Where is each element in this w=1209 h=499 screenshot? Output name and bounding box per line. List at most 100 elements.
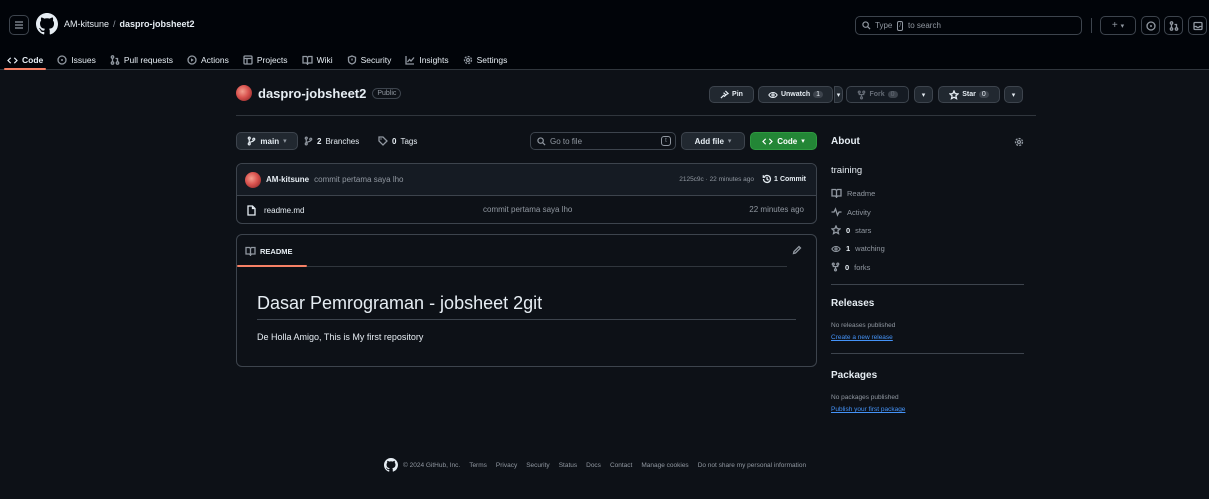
go-to-file-input[interactable]: Go to file t xyxy=(530,132,676,150)
pin-label: Pin xyxy=(732,91,743,98)
fork-dropdown[interactable]: ▾ xyxy=(914,86,933,103)
stars-link[interactable]: 0 stars xyxy=(831,225,871,235)
forks-count: 0 xyxy=(845,262,850,272)
file-commit-time: 22 minutes ago xyxy=(749,205,804,214)
footer-copyright: © 2024 GitHub, Inc. xyxy=(384,458,460,472)
fork-button[interactable]: Fork 0 xyxy=(846,86,909,103)
footer-link-docs[interactable]: Docs xyxy=(586,462,601,469)
author-avatar[interactable] xyxy=(245,171,261,188)
sidebar-divider xyxy=(831,284,1024,285)
about-settings-button[interactable] xyxy=(1014,137,1024,147)
table-row[interactable]: readme.md commit pertama saya lho 22 min… xyxy=(237,196,816,223)
commit-author[interactable]: AM-kitsune xyxy=(266,175,309,184)
code-button[interactable]: Code ▾ xyxy=(750,132,817,150)
footer-link-security[interactable]: Security xyxy=(526,462,549,469)
github-logo-icon[interactable] xyxy=(384,458,398,472)
tag-icon xyxy=(378,136,388,146)
readme-link[interactable]: Readme xyxy=(831,188,875,198)
pin-button[interactable]: Pin xyxy=(709,86,754,103)
star-dropdown[interactable]: ▾ xyxy=(1004,86,1023,103)
inbox-button[interactable] xyxy=(1188,16,1207,35)
tags-link[interactable]: 0 Tags xyxy=(378,136,417,146)
owner-avatar[interactable] xyxy=(236,85,252,101)
tab-pull-requests[interactable]: Pull requests xyxy=(103,50,180,70)
tab-projects[interactable]: Projects xyxy=(236,50,295,70)
forks-link[interactable]: 0 forks xyxy=(831,262,870,272)
go-to-file-placeholder: Go to file xyxy=(550,136,583,146)
footer-link-terms[interactable]: Terms xyxy=(469,462,487,469)
commits-count: 1 xyxy=(774,175,778,183)
tab-label: Projects xyxy=(256,55,288,65)
repo-name[interactable]: daspro-jobsheet2 xyxy=(258,86,366,101)
packages-title[interactable]: Packages xyxy=(831,370,877,381)
about-title: About xyxy=(831,136,860,147)
github-logo-icon[interactable] xyxy=(36,13,58,35)
breadcrumb-owner[interactable]: AM-kitsune xyxy=(64,19,109,29)
tab-issues[interactable]: Issues xyxy=(50,50,103,70)
commits-link[interactable]: 1 Commit xyxy=(762,174,806,184)
commit-message[interactable]: commit pertama saya lho xyxy=(314,175,403,184)
readme-header-divider xyxy=(307,266,787,267)
tab-code[interactable]: Code xyxy=(0,50,50,70)
repo-title: daspro-jobsheet2 Public xyxy=(236,85,402,101)
file-name[interactable]: readme.md xyxy=(264,206,304,215)
tab-wiki[interactable]: Wiki xyxy=(295,50,340,70)
footer-link-manage-cookies[interactable]: Manage cookies xyxy=(641,462,688,469)
star-icon xyxy=(831,225,841,235)
search-input[interactable]: Type / to search xyxy=(855,16,1082,35)
activity-link[interactable]: Activity xyxy=(831,207,871,217)
tab-settings[interactable]: Settings xyxy=(456,50,515,70)
tab-actions[interactable]: Actions xyxy=(180,50,236,70)
footer-link-contact[interactable]: Contact xyxy=(610,462,632,469)
packages-empty-text: No packages published xyxy=(831,394,899,401)
eye-icon xyxy=(831,245,841,252)
branch-name: main xyxy=(260,136,280,146)
commits-label: Commit xyxy=(779,175,806,183)
tab-insights[interactable]: Insights xyxy=(398,50,455,70)
commit-hash-time[interactable]: 2125c9c · 22 minutes ago xyxy=(679,176,754,183)
footer-link-do-not-share[interactable]: Do not share my personal information xyxy=(698,462,806,469)
issues-button[interactable] xyxy=(1141,16,1160,35)
file-commit-message[interactable]: commit pertama saya lho xyxy=(483,205,572,214)
footer-link-status[interactable]: Status xyxy=(559,462,577,469)
fork-label: Fork xyxy=(869,91,885,98)
branch-icon xyxy=(248,136,256,146)
tab-label: Insights xyxy=(419,55,449,65)
chevron-down-icon: ▾ xyxy=(836,91,841,99)
branch-selector[interactable]: main ▾ xyxy=(236,132,298,150)
footer-link-privacy[interactable]: Privacy xyxy=(496,462,517,469)
publish-package-link[interactable]: Publish your first package xyxy=(831,406,905,413)
code-icon xyxy=(762,137,774,145)
readme-header: README xyxy=(237,235,816,267)
create-new-button[interactable]: + ▾ xyxy=(1100,16,1136,35)
pull-requests-button[interactable] xyxy=(1164,16,1183,35)
edit-readme-button[interactable] xyxy=(792,245,802,255)
plus-icon: + xyxy=(1111,20,1118,31)
breadcrumb-repo[interactable]: daspro-jobsheet2 xyxy=(120,19,195,29)
tags-count: 0 xyxy=(392,136,397,146)
tab-label: Issues xyxy=(71,55,96,65)
readme-tab[interactable]: README xyxy=(245,235,293,267)
branch-icon xyxy=(304,136,313,146)
create-release-link[interactable]: Create a new release xyxy=(831,334,893,341)
unwatch-button[interactable]: Unwatch 1 xyxy=(758,86,833,103)
branches-count: 2 xyxy=(317,136,322,146)
book-icon xyxy=(831,188,842,198)
add-file-button[interactable]: Add file ▾ xyxy=(681,132,745,150)
watch-dropdown[interactable]: ▾ xyxy=(834,86,843,103)
star-button[interactable]: Star 0 xyxy=(938,86,1000,103)
gear-icon xyxy=(1014,137,1024,147)
branches-link[interactable]: 2 Branches xyxy=(304,136,359,146)
tab-label: Code xyxy=(22,55,44,65)
chevron-down-icon: ▾ xyxy=(801,138,805,145)
watching-link[interactable]: 1 watching xyxy=(831,244,885,253)
commit-meta: 2125c9c · 22 minutes ago 1 Commit xyxy=(679,174,806,184)
file-list: AM-kitsune commit pertama saya lho 2125c… xyxy=(236,163,817,224)
add-file-label: Add file xyxy=(694,136,724,146)
releases-title[interactable]: Releases xyxy=(831,298,874,309)
tab-security[interactable]: Security xyxy=(340,50,399,70)
stars-label: stars xyxy=(855,225,872,235)
history-icon xyxy=(762,174,772,184)
readme-link-label: Readme xyxy=(847,188,876,198)
menu-button[interactable] xyxy=(9,15,29,35)
